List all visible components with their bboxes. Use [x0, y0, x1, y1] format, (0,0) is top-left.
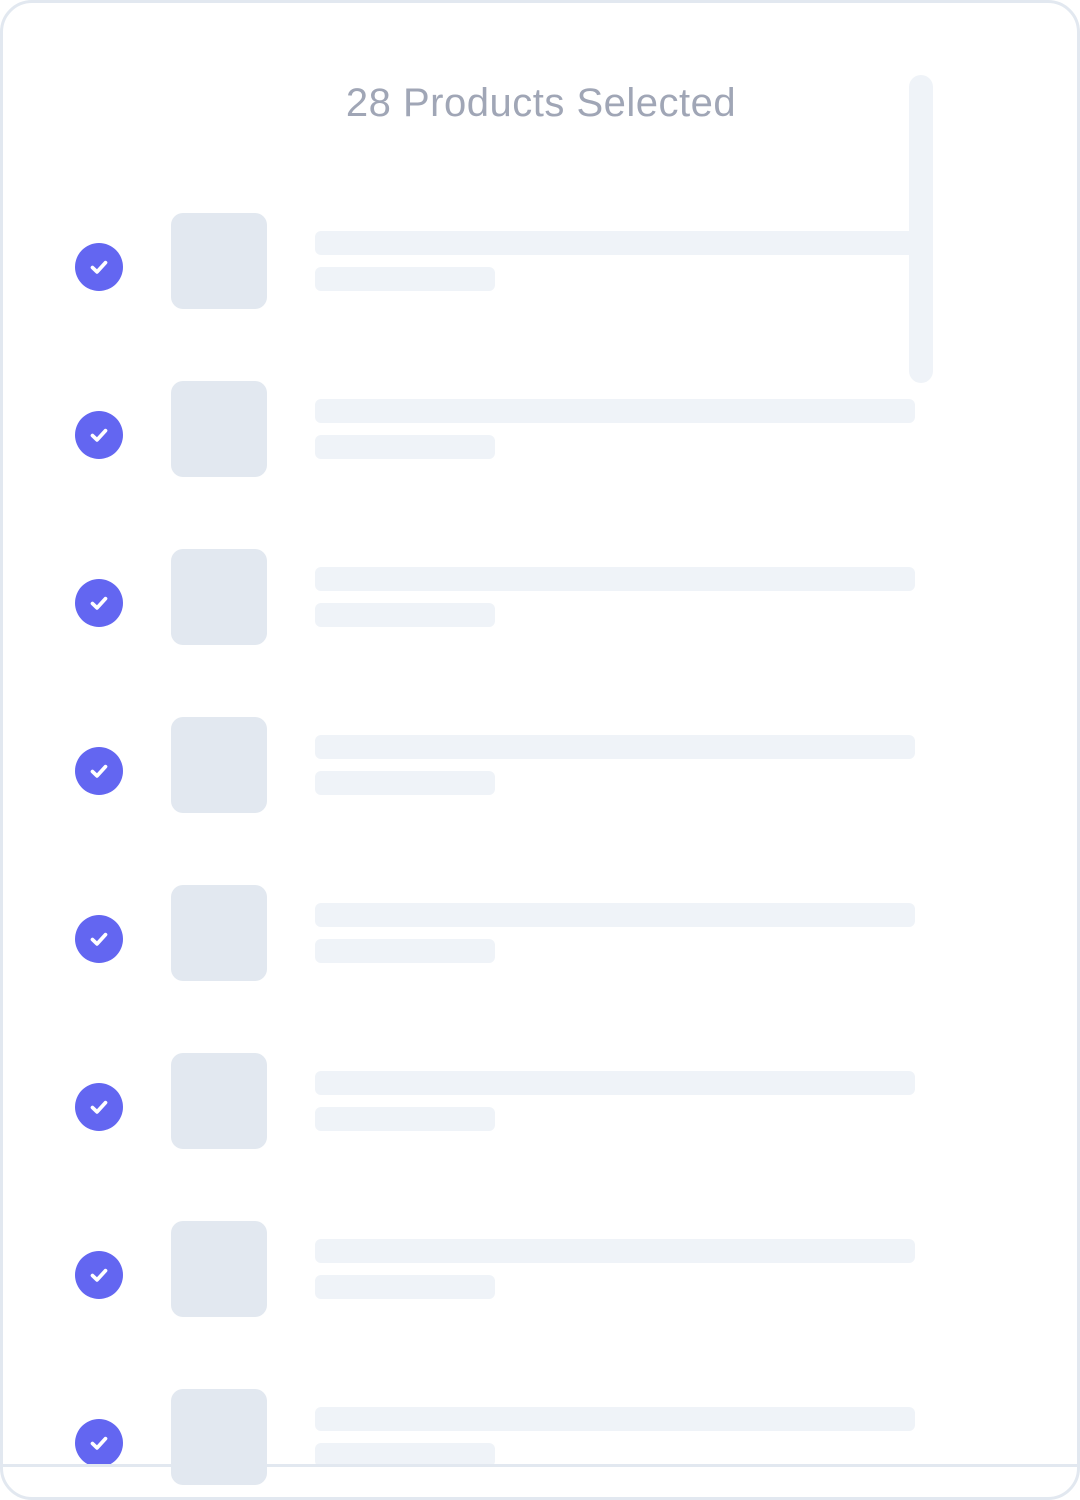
product-subtitle-placeholder	[315, 771, 495, 795]
product-thumbnail-placeholder	[171, 1221, 267, 1317]
product-title-placeholder	[315, 1071, 915, 1095]
list-item[interactable]	[3, 213, 1077, 309]
check-circle-icon[interactable]	[75, 1419, 123, 1467]
product-subtitle-placeholder	[315, 1275, 495, 1299]
list-item[interactable]	[3, 1221, 1077, 1317]
list-item[interactable]	[3, 1053, 1077, 1149]
product-subtitle-placeholder	[315, 603, 495, 627]
product-title-placeholder	[315, 1407, 915, 1431]
product-title-placeholder	[315, 231, 915, 255]
list-item[interactable]	[3, 1389, 1077, 1485]
list-item[interactable]	[3, 549, 1077, 645]
check-circle-icon[interactable]	[75, 243, 123, 291]
list-item[interactable]	[3, 381, 1077, 477]
check-circle-icon[interactable]	[75, 1083, 123, 1131]
product-title-placeholder	[315, 567, 915, 591]
product-subtitle-placeholder	[315, 267, 495, 291]
product-thumbnail-placeholder	[171, 549, 267, 645]
product-thumbnail-placeholder	[171, 213, 267, 309]
product-thumbnail-placeholder	[171, 717, 267, 813]
product-subtitle-placeholder	[315, 1107, 495, 1131]
product-title-placeholder	[315, 903, 915, 927]
list-item[interactable]	[3, 717, 1077, 813]
product-subtitle-placeholder	[315, 435, 495, 459]
product-title-placeholder	[315, 399, 915, 423]
check-circle-icon[interactable]	[75, 747, 123, 795]
check-circle-icon[interactable]	[75, 1251, 123, 1299]
check-circle-icon[interactable]	[75, 411, 123, 459]
product-selection-panel: 28 Products Selected	[0, 0, 1080, 1500]
product-subtitle-placeholder	[315, 939, 495, 963]
product-thumbnail-placeholder	[171, 381, 267, 477]
product-thumbnail-placeholder	[171, 1053, 267, 1149]
product-thumbnail-placeholder	[171, 885, 267, 981]
product-title-placeholder	[315, 735, 915, 759]
check-circle-icon[interactable]	[75, 915, 123, 963]
list-item[interactable]	[3, 885, 1077, 981]
check-circle-icon[interactable]	[75, 579, 123, 627]
product-title-placeholder	[315, 1239, 915, 1263]
product-thumbnail-placeholder	[171, 1389, 267, 1485]
